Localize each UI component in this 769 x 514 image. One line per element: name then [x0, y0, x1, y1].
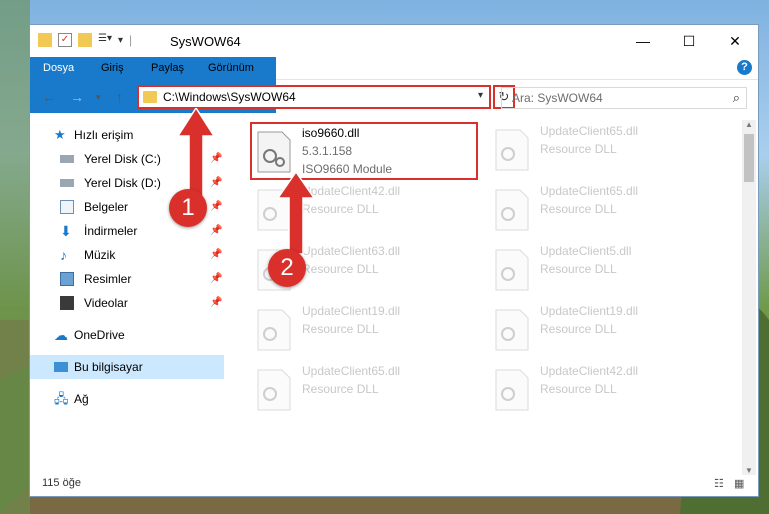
- search-placeholder: Ara: SysWOW64: [512, 91, 603, 105]
- computer-icon: [54, 362, 68, 372]
- item-count: 115 öğe: [42, 477, 81, 489]
- documents-icon: [60, 200, 74, 214]
- dll-file-icon: [257, 309, 291, 351]
- folder-icon[interactable]: [38, 33, 52, 47]
- qat-dropdown-icon[interactable]: ▾: [118, 35, 123, 46]
- minimize-button[interactable]: —: [620, 25, 666, 57]
- file-item[interactable]: UpdateClient5.dll Resource DLL: [490, 242, 710, 298]
- new-folder-icon[interactable]: [78, 33, 92, 47]
- videos-icon: [60, 296, 74, 310]
- ribbon-tabs: Dosya Giriş Paylaş Görünüm ?: [30, 57, 758, 113]
- search-input[interactable]: Ara: SysWOW64 ⌕: [501, 87, 747, 109]
- folder-icon: [143, 91, 157, 103]
- search-icon: ⌕: [732, 90, 740, 105]
- dll-file-icon: [495, 129, 529, 171]
- back-button[interactable]: ←: [42, 89, 56, 105]
- qat-separator: |: [129, 33, 133, 47]
- sidebar-item-onedrive[interactable]: ☁ OneDrive: [30, 323, 224, 347]
- file-item[interactable]: UpdateClient65.dll Resource DLL: [490, 182, 710, 238]
- dll-file-icon: [495, 189, 529, 231]
- forward-button[interactable]: →: [70, 89, 84, 105]
- file-item[interactable]: UpdateClient42.dll Resource DLL: [490, 362, 710, 418]
- vertical-scrollbar[interactable]: ▲ ▼: [742, 120, 756, 475]
- callout-arrow-2: [276, 172, 316, 255]
- drive-icon: [60, 155, 74, 163]
- music-icon: ♪: [60, 247, 67, 263]
- sidebar-item-pictures[interactable]: Resimler 📌: [30, 267, 224, 291]
- tab-share[interactable]: Paylaş: [151, 57, 184, 79]
- dll-file-icon: [495, 309, 529, 351]
- pictures-icon: [60, 272, 74, 286]
- callout-badge-1: 1: [169, 189, 207, 227]
- sidebar-item-this-pc[interactable]: Bu bilgisayar: [30, 355, 224, 379]
- sidebar-item-network[interactable]: 🖧 Ağ: [30, 387, 224, 411]
- dll-file-icon: [257, 369, 291, 411]
- scrollbar-thumb[interactable]: [744, 134, 754, 182]
- up-button[interactable]: ↑: [116, 89, 123, 105]
- scroll-up-icon[interactable]: ▲: [745, 120, 753, 129]
- file-item[interactable]: UpdateClient19.dll Resource DLL: [252, 302, 472, 358]
- recent-locations-icon[interactable]: ▾: [96, 92, 101, 103]
- dll-file-icon: [257, 131, 291, 173]
- file-item[interactable]: UpdateClient19.dll Resource DLL: [490, 302, 710, 358]
- file-item[interactable]: UpdateClient65.dll Resource DLL: [490, 122, 710, 178]
- file-item[interactable]: UpdateClient65.dll Resource DLL: [252, 362, 472, 418]
- onedrive-icon: ☁: [54, 327, 68, 343]
- download-icon: ⬇: [60, 223, 72, 239]
- address-path: C:\Windows\SysWOW64: [163, 90, 296, 104]
- explorer-window: ✓ ☰▾ ▾ | SysWOW64 — ☐ ✕ Dosya Giriş Payl…: [29, 24, 759, 497]
- sidebar-item-videos[interactable]: Videolar 📌: [30, 291, 224, 315]
- tab-home[interactable]: Giriş: [101, 57, 124, 79]
- callout-badge-2: 2: [268, 249, 306, 287]
- pin-icon[interactable]: 📌: [210, 219, 222, 243]
- title-bar: ✓ ☰▾ ▾ | SysWOW64 — ☐ ✕: [30, 25, 758, 57]
- window-title: SysWOW64: [170, 34, 241, 49]
- details-view-icon[interactable]: ☷: [714, 477, 728, 490]
- sidebar-item-music[interactable]: ♪ Müzik 📌: [30, 243, 224, 267]
- status-bar: 115 öğe ☷ ▦: [30, 472, 758, 496]
- address-bar[interactable]: C:\Windows\SysWOW64 ▾: [137, 85, 491, 109]
- navigation-bar: ← → ▾ ↑ C:\Windows\SysWOW64 ▾ ↻ Ara: Sys…: [30, 80, 758, 116]
- drive-icon: [60, 179, 74, 187]
- network-icon: 🖧: [54, 391, 69, 406]
- dll-file-icon: [495, 249, 529, 291]
- large-icons-view-icon[interactable]: ▦: [734, 477, 748, 490]
- dll-file-icon: [495, 369, 529, 411]
- customize-toolbar-icon[interactable]: ☰▾: [98, 33, 112, 47]
- pin-icon[interactable]: 📌: [210, 291, 222, 315]
- star-icon: ★: [54, 127, 66, 142]
- pin-icon[interactable]: 📌: [210, 267, 222, 291]
- properties-icon[interactable]: ✓: [58, 33, 72, 47]
- help-button[interactable]: ?: [737, 60, 752, 75]
- desktop: { "window": { "title": "SysWOW64" }, "ri…: [0, 0, 769, 514]
- quick-access-toolbar: ✓ ☰▾ ▾ |: [38, 33, 132, 47]
- close-button[interactable]: ✕: [712, 25, 758, 57]
- tab-view[interactable]: Görünüm: [208, 57, 254, 79]
- pin-icon[interactable]: 📌: [210, 243, 222, 267]
- maximize-button[interactable]: ☐: [666, 25, 712, 57]
- chevron-down-icon[interactable]: ▾: [478, 90, 483, 101]
